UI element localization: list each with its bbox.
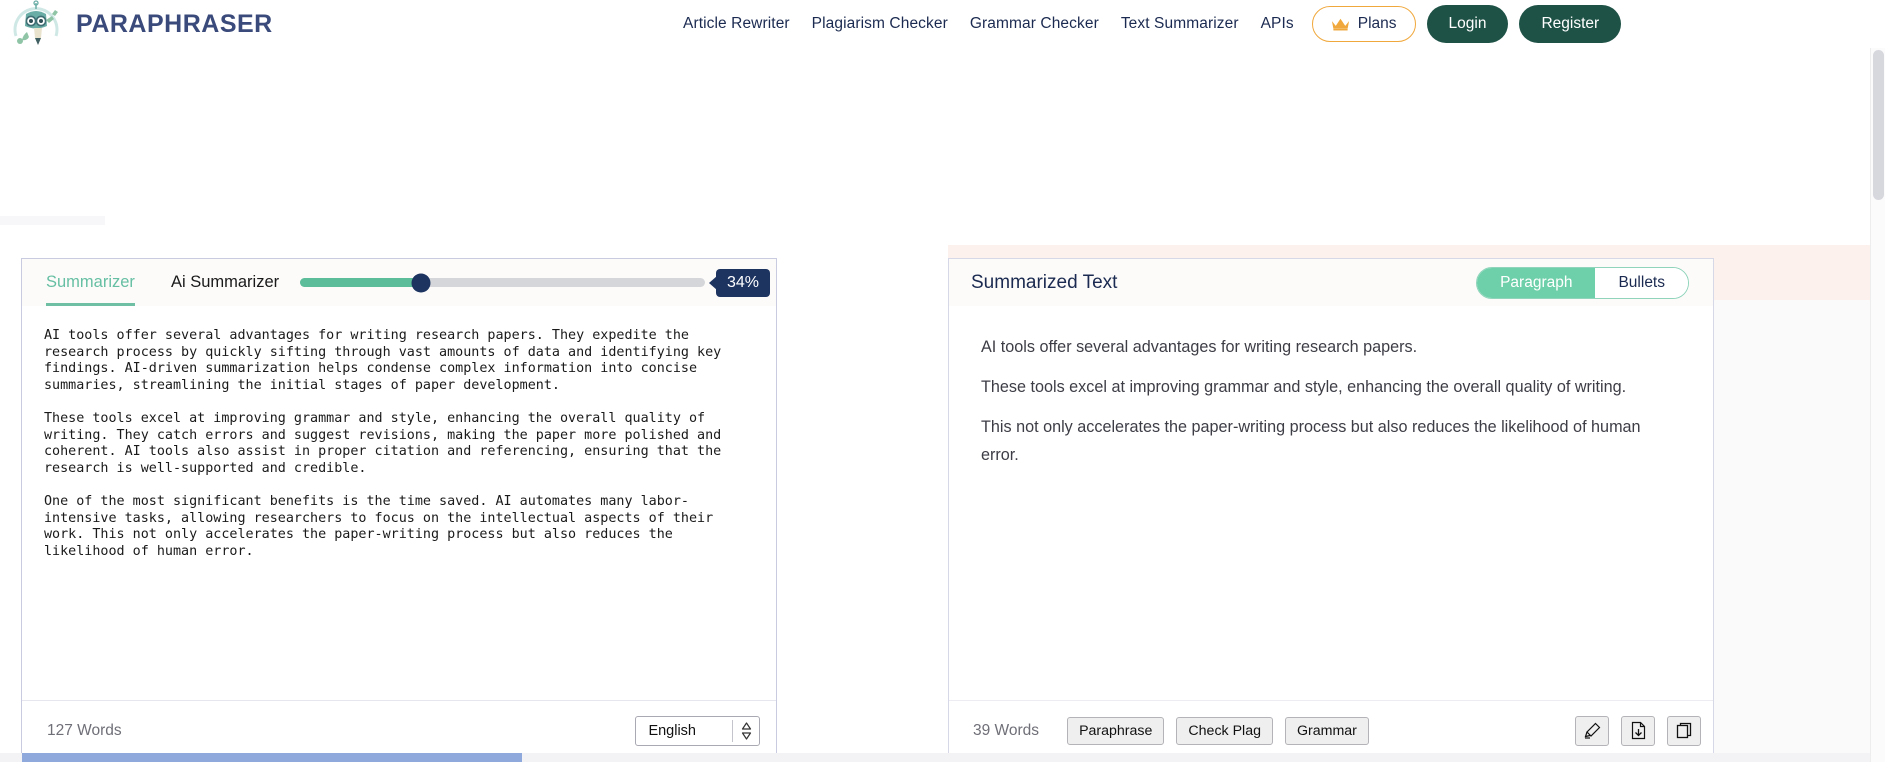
input-panel-footer: 127 Words English <box>22 700 776 760</box>
plans-button[interactable]: Plans <box>1311 6 1416 42</box>
view-mode-toggle: Paragraph Bullets <box>1476 266 1689 299</box>
register-button[interactable]: Register <box>1519 5 1622 43</box>
background-strip-left <box>0 216 105 225</box>
copy-icon <box>1676 722 1691 739</box>
page-horizontal-scrollbar[interactable] <box>0 753 1870 762</box>
view-mode-paragraph[interactable]: Paragraph <box>1477 267 1596 298</box>
language-select[interactable]: English <box>635 715 760 746</box>
plans-button-label: Plans <box>1357 15 1397 32</box>
brand-name: PARAPHRASER <box>76 9 273 38</box>
output-word-count: 39 Words <box>973 721 1040 739</box>
summary-output-text: AI tools offer several advantages for wr… <box>949 306 1713 681</box>
chevron-updown-icon[interactable] <box>733 721 759 740</box>
grammar-button[interactable]: Grammar <box>1284 716 1369 745</box>
output-icon-buttons <box>1575 715 1701 746</box>
nav-link-article-rewriter[interactable]: Article Rewriter <box>683 15 790 33</box>
site-header: PARAPHRASER Article Rewriter Plagiarism … <box>0 0 1885 48</box>
robot-pencil-logo-icon <box>13 0 59 45</box>
summarized-output-panel: Summarized Text Paragraph Bullets AI too… <box>948 258 1714 761</box>
slider-track[interactable] <box>300 273 705 292</box>
check-plagiarism-button[interactable]: Check Plag <box>1176 716 1273 745</box>
summarizer-input-panel: Summarizer Ai Summarizer 34% AI tools of… <box>21 258 777 761</box>
source-text-input[interactable]: AI tools offer several advantages for wr… <box>22 306 776 681</box>
slider-percent-badge: 34% <box>715 268 770 297</box>
nav-link-apis[interactable]: APIs <box>1261 15 1294 33</box>
summary-paragraph: AI tools offer several advantages for wr… <box>981 338 1418 356</box>
edit-button[interactable] <box>1575 715 1609 746</box>
brand-logo[interactable]: PARAPHRASER <box>0 0 273 48</box>
summary-paragraph: This not only accelerates the paper-writ… <box>981 418 1641 464</box>
download-document-icon <box>1631 721 1645 740</box>
download-button[interactable] <box>1621 715 1655 746</box>
input-word-count: 127 Words <box>47 721 122 739</box>
horizontal-scrollbar-thumb[interactable] <box>22 753 522 762</box>
nav-link-grammar-checker[interactable]: Grammar Checker <box>970 15 1099 33</box>
vertical-scrollbar-thumb[interactable] <box>1873 50 1884 200</box>
summary-paragraph: These tools excel at improving grammar a… <box>981 378 1627 396</box>
summary-length-slider[interactable]: 34% <box>300 259 770 306</box>
view-mode-bullets[interactable]: Bullets <box>1595 267 1688 298</box>
crown-icon <box>1331 18 1349 31</box>
page-vertical-scrollbar[interactable] <box>1870 48 1885 762</box>
tab-ai-summarizer[interactable]: Ai Summarizer <box>171 259 279 306</box>
copy-button[interactable] <box>1667 715 1701 746</box>
highlighter-pen-icon <box>1584 722 1600 739</box>
slider-fill <box>300 278 422 287</box>
login-button[interactable]: Login <box>1426 5 1509 43</box>
language-select-value: English <box>648 722 696 739</box>
tab-summarizer[interactable]: Summarizer <box>46 259 135 306</box>
output-panel-title: Summarized Text <box>971 271 1118 293</box>
main-navigation: Article Rewriter Plagiarism Checker Gram… <box>683 0 1622 48</box>
output-panel-footer: 39 Words Paraphrase Check Plag Grammar <box>949 700 1713 760</box>
output-action-buttons: Paraphrase Check Plag Grammar <box>1067 716 1369 745</box>
nav-link-plagiarism-checker[interactable]: Plagiarism Checker <box>812 15 948 33</box>
paraphrase-button[interactable]: Paraphrase <box>1067 716 1165 745</box>
output-panel-header: Summarized Text Paragraph Bullets <box>949 259 1713 306</box>
slider-thumb[interactable] <box>411 273 431 292</box>
summarizer-toolbar: Summarizer Ai Summarizer 34% <box>22 259 776 306</box>
nav-link-text-summarizer[interactable]: Text Summarizer <box>1121 15 1239 33</box>
